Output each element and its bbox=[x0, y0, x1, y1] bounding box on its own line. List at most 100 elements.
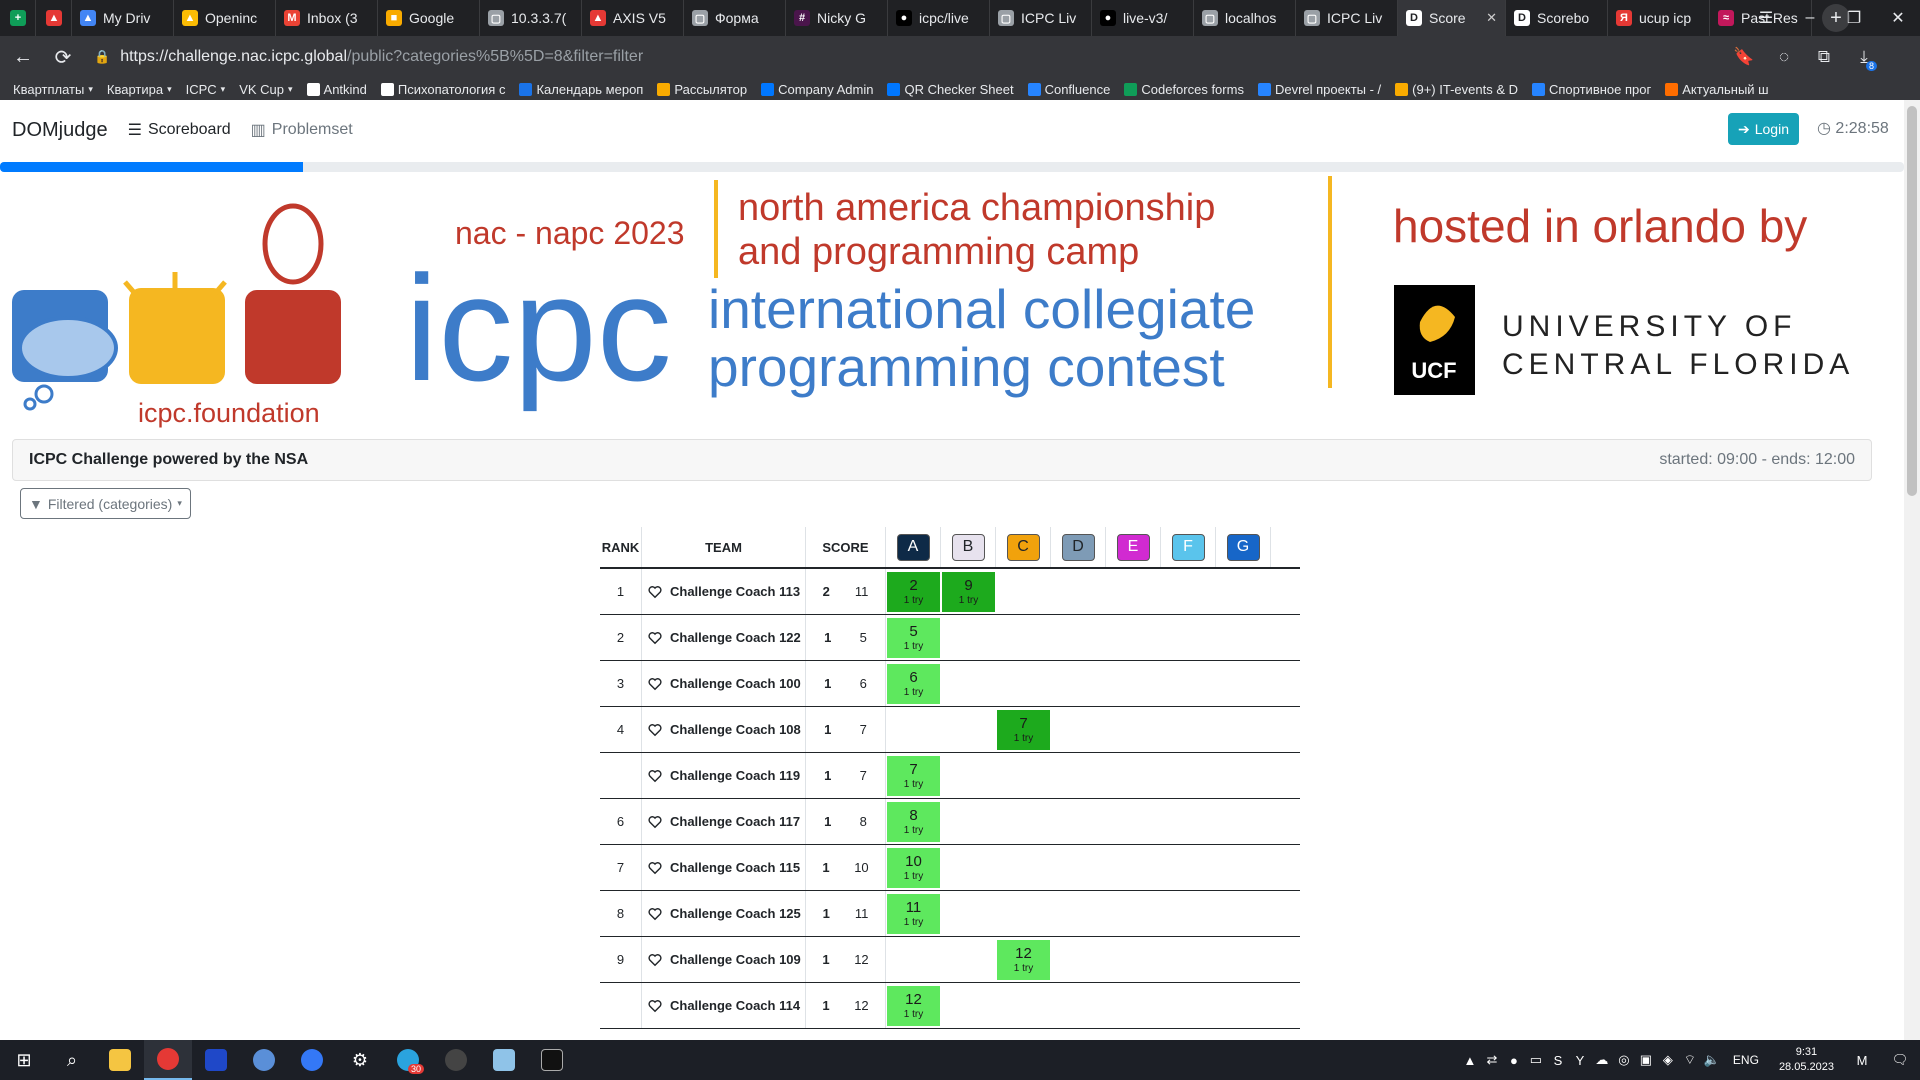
team-cell[interactable]: Challenge Coach 115 bbox=[642, 845, 806, 890]
start-icon[interactable]: ⊞ bbox=[0, 1040, 48, 1080]
bookmark-item[interactable]: Календарь мероп bbox=[512, 82, 650, 97]
team-cell[interactable]: Challenge Coach 117 bbox=[642, 799, 806, 844]
restore-icon[interactable]: ❐ bbox=[1832, 0, 1876, 36]
bookmark-item[interactable]: Квартплаты ▾ bbox=[6, 82, 100, 97]
heart-icon[interactable] bbox=[648, 815, 662, 829]
extensions-icon[interactable]: ⧉ bbox=[1804, 40, 1844, 74]
anydesk-icon[interactable] bbox=[288, 1040, 336, 1080]
team-cell[interactable]: Challenge Coach 113 bbox=[642, 569, 806, 614]
team-cell[interactable]: Challenge Coach 114 bbox=[642, 983, 806, 1028]
team-cell[interactable]: Challenge Coach 119 bbox=[642, 753, 806, 798]
team-cell[interactable]: Challenge Coach 109 bbox=[642, 937, 806, 982]
bookmark-item[interactable]: QR Checker Sheet bbox=[880, 82, 1020, 97]
skype-tray-icon[interactable]: S bbox=[1547, 1040, 1569, 1080]
remote-desktop-icon[interactable] bbox=[240, 1040, 288, 1080]
browser-tab[interactable]: ▢ ICPC Liv bbox=[990, 0, 1092, 36]
heart-icon[interactable] bbox=[648, 677, 662, 691]
battery-tray-icon[interactable]: ▭ bbox=[1525, 1040, 1547, 1080]
browser-tab[interactable]: + bbox=[0, 0, 36, 36]
bookmark-item[interactable]: Company Admin bbox=[754, 82, 880, 97]
bookmark-item[interactable]: Antkind bbox=[300, 82, 374, 97]
bookmark-item[interactable]: VK Cup ▾ bbox=[232, 82, 299, 97]
problem-badge[interactable]: E bbox=[1116, 533, 1150, 561]
scrollbar-thumb[interactable] bbox=[1907, 106, 1917, 496]
team-cell[interactable]: Challenge Coach 108 bbox=[642, 707, 806, 752]
downloads-icon[interactable]: ⤓ 8 bbox=[1844, 40, 1884, 74]
problem-badge[interactable]: F bbox=[1171, 533, 1205, 561]
yandex-tray-icon[interactable]: Y bbox=[1569, 1040, 1591, 1080]
search-icon[interactable]: ⌕ bbox=[48, 1040, 96, 1080]
heart-icon[interactable] bbox=[648, 999, 662, 1013]
browser-tab[interactable]: ▢ 10.3.3.7( bbox=[480, 0, 582, 36]
settings-icon[interactable]: ⚙ bbox=[336, 1040, 384, 1080]
problem-badge[interactable]: C bbox=[1006, 533, 1040, 561]
bookmark-item[interactable]: Рассылятор bbox=[650, 82, 754, 97]
telegram-icon[interactable]: 30 bbox=[384, 1040, 432, 1080]
language-indicator[interactable]: ENG bbox=[1733, 1053, 1759, 1067]
bookmark-item[interactable]: Confluence bbox=[1021, 82, 1118, 97]
tab-search-icon[interactable]: ☰ bbox=[1744, 0, 1788, 36]
tab-close-icon[interactable]: ✕ bbox=[1486, 10, 1497, 26]
problem-badge[interactable]: B bbox=[951, 533, 985, 561]
intellij-icon[interactable] bbox=[192, 1040, 240, 1080]
bookmark-item[interactable]: ICPC ▾ bbox=[179, 82, 233, 97]
heart-icon[interactable] bbox=[648, 585, 662, 599]
browser-tab[interactable]: # Nicky G bbox=[786, 0, 888, 36]
filter-dropdown-button[interactable]: ▼ Filtered (categories) ▾ bbox=[20, 488, 191, 519]
bookmark-item[interactable]: Codeforces forms bbox=[1117, 82, 1251, 97]
brand-logo[interactable]: DOMjudge bbox=[12, 119, 108, 142]
url-field[interactable]: 🔒 https://challenge.nac.icpc.global/publ… bbox=[94, 41, 1724, 73]
obs-tray-icon[interactable]: ◎ bbox=[1613, 1040, 1635, 1080]
bookmark-item[interactable]: Devrel проекты - / bbox=[1251, 82, 1388, 97]
drive-tray-icon[interactable]: ▲ bbox=[1459, 1040, 1481, 1080]
team-cell[interactable]: Challenge Coach 122 bbox=[642, 615, 806, 660]
notepad-icon[interactable] bbox=[480, 1040, 528, 1080]
volume-icon[interactable]: 🔈 bbox=[1701, 1040, 1723, 1080]
browser-tab[interactable]: ▲ AXIS V5 bbox=[582, 0, 684, 36]
reload-icon[interactable]: ⟳ bbox=[46, 40, 80, 74]
heart-icon[interactable] bbox=[648, 631, 662, 645]
browser-tab[interactable]: ● live-v3/ bbox=[1092, 0, 1194, 36]
network-share-icon[interactable]: ⇄ bbox=[1481, 1040, 1503, 1080]
back-icon[interactable]: ← bbox=[6, 40, 40, 74]
taskbar-clock[interactable]: 9:31 28.05.2023 bbox=[1779, 1045, 1834, 1075]
browser-tab[interactable]: ▲ bbox=[36, 0, 72, 36]
browser-tab[interactable]: Яucup icp bbox=[1608, 0, 1710, 36]
minimize-icon[interactable]: – bbox=[1788, 0, 1832, 36]
problem-badge[interactable]: A bbox=[896, 533, 930, 561]
notifications-icon[interactable]: 🗨 bbox=[1880, 1040, 1920, 1080]
browser-tab[interactable]: ▲ My Driv bbox=[72, 0, 174, 36]
problem-badge[interactable]: D bbox=[1061, 533, 1095, 561]
nav-problemset[interactable]: ▥ Problemset bbox=[251, 120, 353, 140]
browser-tab[interactable]: D Score ✕ bbox=[1398, 0, 1506, 36]
obs-icon[interactable] bbox=[432, 1040, 480, 1080]
browser-tab[interactable]: ▢ Форма bbox=[684, 0, 786, 36]
wifi-icon[interactable]: ⌔ bbox=[1679, 1040, 1701, 1080]
bookmark-item[interactable]: (9+) IT-events & D bbox=[1388, 82, 1525, 97]
app-tray-icon[interactable]: ● bbox=[1503, 1040, 1525, 1080]
yandex-browser-icon[interactable] bbox=[144, 1040, 192, 1080]
browser-tab[interactable]: ▢ ICPC Liv bbox=[1296, 0, 1398, 36]
browser-tab[interactable]: D Scorebo bbox=[1506, 0, 1608, 36]
bookmark-item[interactable]: Спортивное прог bbox=[1525, 82, 1658, 97]
mail-tray-icon[interactable]: M bbox=[1844, 1040, 1880, 1080]
heart-icon[interactable] bbox=[648, 723, 662, 737]
browser-tab[interactable]: ● icpc/live bbox=[888, 0, 990, 36]
monitor-tray-icon[interactable]: ▣ bbox=[1635, 1040, 1657, 1080]
team-cell[interactable]: Challenge Coach 100 bbox=[642, 661, 806, 706]
heart-icon[interactable] bbox=[648, 769, 662, 783]
heart-icon[interactable] bbox=[648, 861, 662, 875]
page-scrollbar[interactable] bbox=[1904, 100, 1920, 1040]
browser-tab[interactable]: ■ Google bbox=[378, 0, 480, 36]
bookmark-icon[interactable]: 🔖 bbox=[1724, 40, 1764, 74]
terminal-icon[interactable] bbox=[528, 1040, 576, 1080]
nav-scoreboard[interactable]: ☰ Scoreboard bbox=[128, 120, 231, 140]
cloud-tray-icon[interactable]: ☁ bbox=[1591, 1040, 1613, 1080]
bookmark-item[interactable]: Актуальный ш bbox=[1658, 82, 1775, 97]
problem-badge[interactable]: G bbox=[1226, 533, 1260, 561]
bookmark-item[interactable]: Психопатология с bbox=[374, 82, 513, 97]
close-window-icon[interactable]: ✕ bbox=[1876, 0, 1920, 36]
heart-icon[interactable] bbox=[648, 907, 662, 921]
heart-icon[interactable] bbox=[648, 953, 662, 967]
security-tray-icon[interactable]: ◈ bbox=[1657, 1040, 1679, 1080]
